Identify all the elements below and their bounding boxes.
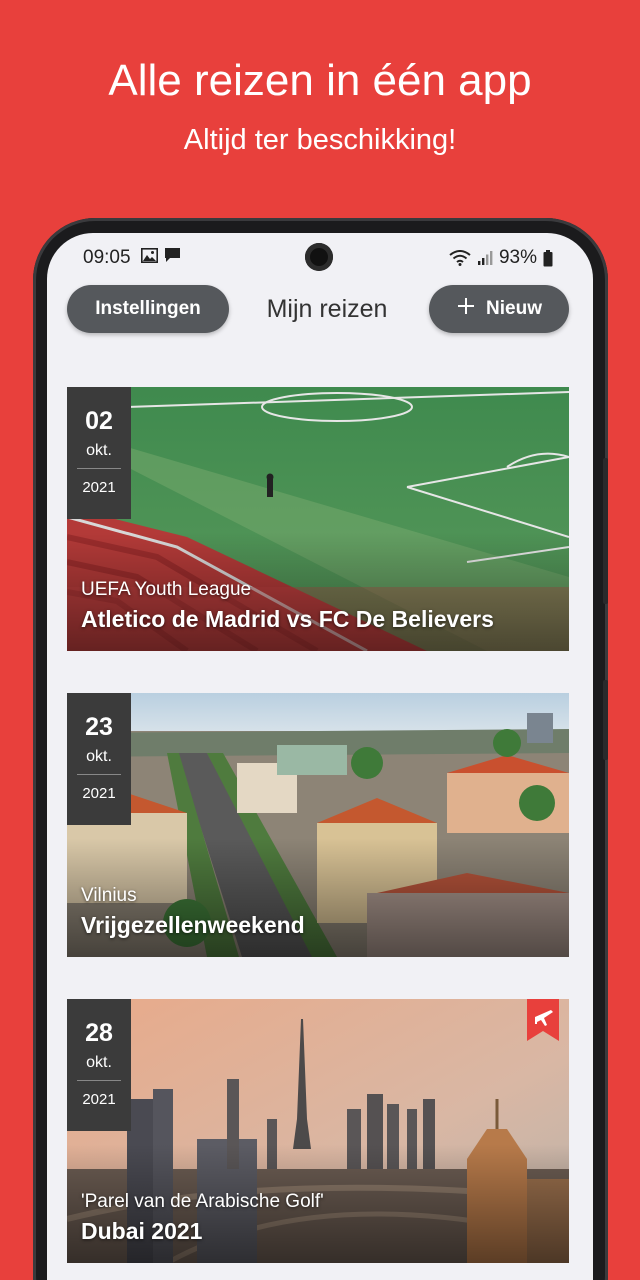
date-divider <box>77 468 121 469</box>
trip-day: 28 <box>85 1019 113 1047</box>
status-right-icons: 93% <box>449 247 553 269</box>
trip-month: okt. <box>86 748 112 765</box>
image-icon <box>141 247 158 263</box>
trip-subtitle: UEFA Youth League <box>81 579 252 600</box>
trip-title: Vrijgezellenweekend <box>81 912 305 938</box>
trip-year: 2021 <box>82 1091 116 1108</box>
trip-card[interactable]: 02 okt. 2021 UEFA Youth League Atletico … <box>67 387 569 651</box>
new-trip-button[interactable]: Nieuw <box>429 285 569 333</box>
battery-percentage: 93% <box>498 247 537 268</box>
trip-day: 23 <box>85 713 113 741</box>
promo-subtitle: Altijd ter beschikking! <box>183 124 457 156</box>
trip-date: 23 okt. 2021 <box>67 693 131 825</box>
phone-screen: 09:05 93% Instellingen Mijn reizen Nieuw… <box>47 233 593 1280</box>
trip-year: 2021 <box>82 785 116 802</box>
status-bar: 09:05 93% <box>47 233 593 285</box>
promo-title: Alle reizen in één app <box>108 56 532 105</box>
volume-button <box>603 458 608 604</box>
trip-date: 28 okt. 2021 <box>67 999 131 1131</box>
date-divider <box>77 774 121 775</box>
trip-subtitle: Vilnius <box>81 885 137 906</box>
trip-month: okt. <box>86 1054 112 1071</box>
front-camera <box>305 243 333 271</box>
trip-year: 2021 <box>82 479 116 496</box>
trip-month: okt. <box>86 442 112 459</box>
new-trip-label: Nieuw <box>486 298 542 319</box>
message-icon <box>164 247 181 263</box>
power-button <box>603 680 608 760</box>
trip-subtitle: 'Parel van de Arabische Golf' <box>81 1191 324 1212</box>
status-left-icons <box>141 247 181 263</box>
settings-button[interactable]: Instellingen <box>67 285 229 333</box>
trip-title: Dubai 2021 <box>81 1218 203 1244</box>
trip-card[interactable]: 28 okt. 2021 'Parel van de Arabische Gol… <box>67 999 569 1263</box>
trip-day: 02 <box>85 407 113 435</box>
plus-icon <box>456 296 476 322</box>
battery-icon <box>543 249 553 267</box>
signal-icon <box>477 250 493 266</box>
status-time: 09:05 <box>83 247 131 268</box>
trip-title: Atletico de Madrid vs FC De Believers <box>81 606 494 632</box>
trip-date: 02 okt. 2021 <box>67 387 131 519</box>
page-title: Mijn reizen <box>266 295 388 323</box>
trip-card[interactable]: 23 okt. 2021 Vilnius Vrijgezellenweekend <box>67 693 569 957</box>
airplane-icon <box>527 999 559 1041</box>
app-header: Instellingen Mijn reizen Nieuw <box>47 285 593 333</box>
date-divider <box>77 1080 121 1081</box>
wifi-icon <box>449 250 471 266</box>
settings-button-label: Instellingen <box>95 298 201 319</box>
